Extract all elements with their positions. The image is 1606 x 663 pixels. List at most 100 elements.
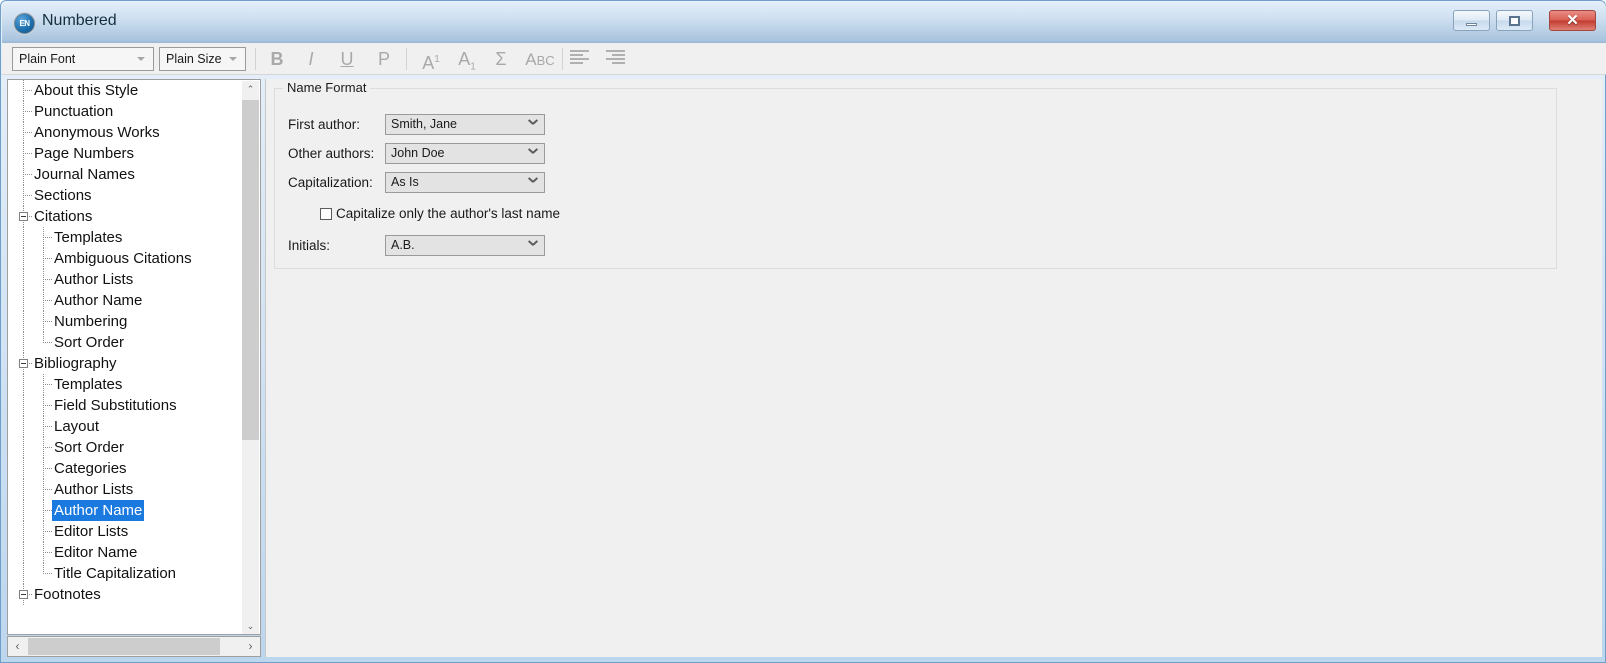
spellcheck-affix: BC — [536, 53, 555, 68]
tree-connector-line — [23, 458, 25, 479]
tree-item-ambiguous-citations[interactable]: Ambiguous Citations — [8, 248, 244, 269]
tree-item-sort-order[interactable]: Sort Order — [8, 437, 244, 458]
tree-item-label: Author Name — [52, 500, 145, 521]
subscript-button[interactable]: A1 — [452, 47, 482, 73]
tree-item-about-this-style[interactable]: About this Style — [8, 80, 244, 101]
plain-button[interactable]: P — [371, 47, 397, 72]
scroll-down-arrow-icon[interactable]: ⌄ — [242, 618, 259, 634]
align-right-button[interactable] — [606, 50, 625, 67]
scroll-up-arrow-icon[interactable]: ⌃ — [242, 81, 259, 98]
underline-button[interactable]: U — [334, 47, 360, 72]
tree-item-sort-order[interactable]: Sort Order — [8, 332, 244, 353]
tree-item-footnotes[interactable]: Footnotes — [8, 584, 244, 605]
first-author-label: First author: — [288, 117, 361, 132]
initials-label: Initials: — [288, 238, 331, 253]
tree-item-editor-name[interactable]: Editor Name — [8, 542, 244, 563]
tree-connector-line — [23, 132, 32, 134]
tree-item-bibliography[interactable]: Bibliography — [8, 353, 244, 374]
tree-collapse-icon[interactable] — [19, 590, 28, 599]
tree-item-label: Journal Names — [34, 166, 135, 183]
window-title: Numbered — [42, 12, 117, 29]
tree-connector-line — [23, 269, 25, 290]
tree-connector-line — [43, 531, 52, 533]
tree-item-templates[interactable]: Templates — [8, 227, 244, 248]
align-left-button[interactable] — [570, 50, 589, 67]
tree-item-journal-names[interactable]: Journal Names — [8, 164, 244, 185]
tree-connector-line — [43, 321, 52, 323]
tree-item-author-lists[interactable]: Author Lists — [8, 269, 244, 290]
tree-vertical-scrollbar[interactable]: ⌃ ⌄ — [242, 81, 259, 634]
close-button[interactable]: ✕ — [1549, 10, 1596, 31]
tree-item-numbering[interactable]: Numbering — [8, 311, 244, 332]
chevron-down-icon — [529, 241, 537, 249]
tree-item-label: Templates — [54, 229, 123, 246]
font-combobox[interactable]: Plain Font — [12, 47, 154, 71]
application-window: EN Numbered ✕ Plain Font Plain Size B I … — [0, 0, 1606, 663]
tree-item-citations[interactable]: Citations — [8, 206, 244, 227]
groupbox-title: Name Format — [283, 80, 371, 95]
tree-connector-line — [43, 573, 52, 575]
chevron-down-icon — [529, 120, 537, 128]
capitalization-combobox[interactable]: As Is — [385, 172, 545, 193]
tree-connector-line — [23, 332, 25, 353]
tree-vertical-scrollbar-thumb[interactable] — [242, 100, 259, 440]
tree-collapse-icon[interactable] — [19, 212, 28, 221]
chevron-down-icon — [529, 149, 537, 157]
other-authors-combobox[interactable]: John Doe — [385, 143, 545, 164]
tree-connector-line — [43, 237, 52, 239]
tree-item-label: Ambiguous Citations — [54, 250, 192, 267]
tree-connector-line — [23, 542, 25, 563]
tree-item-page-numbers[interactable]: Page Numbers — [8, 143, 244, 164]
initials-combobox[interactable]: A.B. — [385, 235, 545, 256]
italic-button[interactable]: I — [298, 47, 324, 72]
scroll-right-arrow-icon[interactable]: › — [241, 637, 260, 656]
superscript-button[interactable]: A1 — [416, 47, 446, 73]
symbol-button[interactable]: Σ — [489, 47, 513, 72]
superscript-affix: 1 — [434, 54, 440, 65]
superscript-base: A — [422, 53, 435, 73]
tree-item-sections[interactable]: Sections — [8, 185, 244, 206]
tree-item-label: Anonymous Works — [34, 124, 160, 141]
tree-item-title-capitalization[interactable]: Title Capitalization — [8, 563, 244, 584]
tree-collapse-icon[interactable] — [19, 359, 28, 368]
tree-connector-line — [23, 395, 25, 416]
tree-connector-line — [43, 384, 52, 386]
tree-horizontal-scrollbar[interactable]: ‹ › — [7, 636, 261, 657]
tree-connector-line — [23, 227, 25, 248]
tree-item-templates[interactable]: Templates — [8, 374, 244, 395]
minimize-button[interactable] — [1453, 10, 1490, 31]
tree-item-categories[interactable]: Categories — [8, 458, 244, 479]
tree-item-label: Title Capitalization — [54, 565, 176, 582]
tree-item-anonymous-works[interactable]: Anonymous Works — [8, 122, 244, 143]
scroll-left-arrow-icon[interactable]: ‹ — [8, 637, 27, 656]
tree-connector-line — [23, 90, 32, 92]
tree-item-field-substitutions[interactable]: Field Substitutions — [8, 395, 244, 416]
tree-horizontal-scrollbar-thumb[interactable] — [28, 638, 220, 655]
style-sections-tree[interactable]: About this Style Punctuation Anonymous Wor… — [7, 79, 261, 635]
maximize-button[interactable] — [1496, 10, 1533, 31]
tree-item-author-name[interactable]: Author Name — [8, 500, 244, 521]
capitalization-value: As Is — [391, 175, 419, 189]
endnote-app-icon: EN — [14, 13, 35, 34]
bold-button[interactable]: B — [264, 47, 290, 72]
first-author-combobox[interactable]: Smith, Jane — [385, 114, 545, 135]
tree-item-author-lists[interactable]: Author Lists — [8, 479, 244, 500]
spellcheck-button[interactable]: ABC — [518, 47, 562, 72]
tree-item-author-name[interactable]: Author Name — [8, 290, 244, 311]
title-bar: EN Numbered ✕ — [2, 2, 1606, 43]
tree-connector-line — [23, 437, 25, 458]
tree-item-punctuation[interactable]: Punctuation — [8, 101, 244, 122]
tree-item-editor-lists[interactable]: Editor Lists — [8, 521, 244, 542]
tree-item-label: Citations — [34, 208, 93, 225]
tree-item-layout[interactable]: Layout — [8, 416, 244, 437]
tree-connector-line — [43, 426, 52, 428]
size-combobox[interactable]: Plain Size — [159, 47, 246, 71]
capitalize-last-name-checkbox[interactable] — [320, 208, 332, 220]
tree-connector-line — [23, 563, 25, 584]
tree-connector-line — [23, 479, 25, 500]
tree-item-label: Author Lists — [54, 271, 134, 288]
tree-item-label: Sections — [34, 187, 92, 204]
subscript-base: A — [458, 49, 471, 69]
tree-viewport: About this Style Punctuation Anonymous Wor… — [8, 80, 244, 634]
tree-item-label: Author Name — [54, 292, 143, 309]
